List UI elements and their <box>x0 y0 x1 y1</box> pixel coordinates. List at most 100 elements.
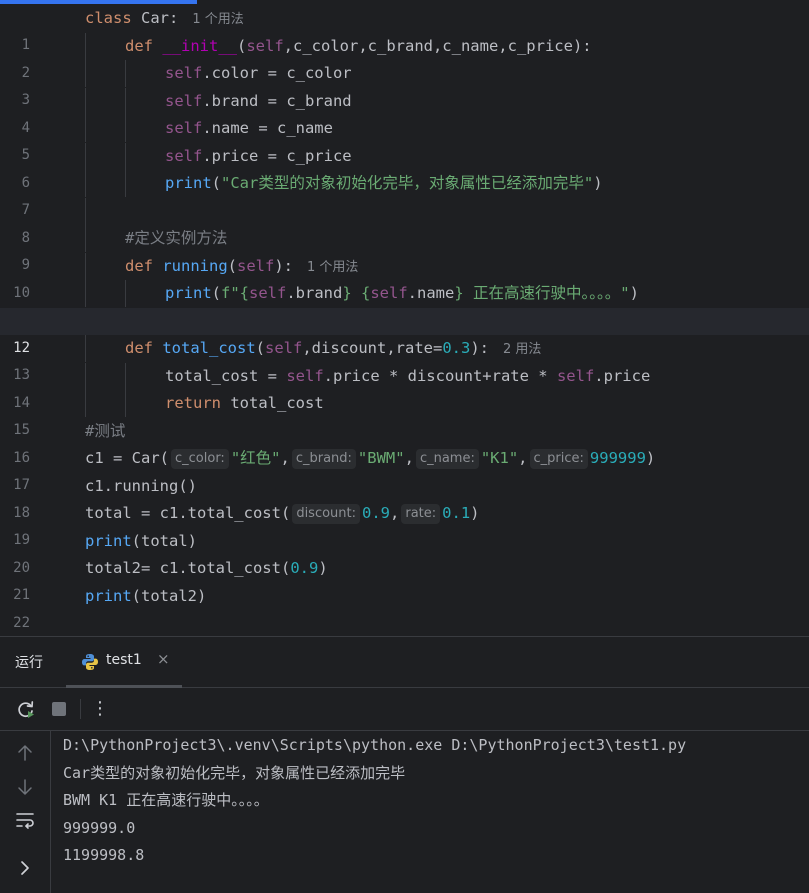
code-line[interactable]: 11 print(f"{self.brand} {self.name} 正在高速… <box>0 280 809 328</box>
self-keyword: self <box>246 36 284 55</box>
code-text: .name <box>407 284 455 302</box>
code-line[interactable]: 10 def running(self): 1 个用法 <box>0 252 809 301</box>
parameter-hint: c_price: <box>529 449 588 469</box>
expand-icon[interactable] <box>13 856 37 880</box>
string-literal: } 正在高速行驶中。。。。" <box>454 284 630 302</box>
indent-guide <box>85 115 86 142</box>
scroll-down-icon[interactable] <box>13 775 37 799</box>
code-line[interactable]: 17 c1 = Car(c_color: "红色", c_brand: "BWM", c… <box>0 445 809 493</box>
code-line[interactable]: 20 print(total) <box>0 528 809 576</box>
code-line[interactable]: 5 self.name = c_name <box>0 115 809 163</box>
indent-guide <box>125 362 126 390</box>
code-line[interactable]: 22 print(total2) <box>0 583 809 631</box>
paren: ( <box>255 339 266 357</box>
keyword: def <box>125 339 153 357</box>
comma: , <box>518 449 528 467</box>
code-text: .brand <box>286 284 343 302</box>
soft-wrap-icon[interactable] <box>13 808 37 832</box>
number-literal: 0.1 <box>442 504 471 522</box>
code-text: .name = c_name <box>202 119 333 137</box>
paren: ( <box>211 284 222 302</box>
code-line[interactable]: 1 class Car: 1 个用法 <box>0 5 809 53</box>
indent-guide <box>85 170 86 197</box>
code-text: .color = c_color <box>202 64 352 82</box>
paren: ) <box>593 174 603 192</box>
code-line[interactable]: 16 #测试 <box>0 418 809 466</box>
run-toolbar: ⋮ <box>0 688 809 731</box>
keyword: return <box>165 394 221 412</box>
self-keyword: self <box>165 146 203 165</box>
indent-guide <box>85 225 86 252</box>
params: ,discount,rate= <box>302 339 443 357</box>
indent-guide <box>85 280 86 307</box>
stop-icon[interactable] <box>47 697 71 721</box>
string-literal: "红色" <box>230 449 281 467</box>
code-text: .brand = c_brand <box>202 91 352 110</box>
code-line[interactable]: 13 def total_cost(self,discount,rate=0.3… <box>0 335 809 383</box>
code-line[interactable]: 7 print("Car类型的对象初始化完毕，对象属性已经添加完毕") <box>0 170 809 218</box>
rerun-icon[interactable] <box>14 697 38 721</box>
self-keyword: self <box>556 366 595 385</box>
function-name: running <box>162 256 228 275</box>
paren: ( <box>227 256 238 275</box>
string-literal: } { <box>342 284 371 302</box>
paren: ( <box>237 36 247 55</box>
paren: ( <box>211 174 222 192</box>
indent-guide <box>125 87 126 115</box>
code-line[interactable]: 6 self.price = c_price <box>0 142 809 191</box>
usage-hint[interactable]: 2 用法 <box>503 342 541 357</box>
current-code-line[interactable]: 12 <box>0 307 809 356</box>
function-name: total_cost <box>162 339 256 357</box>
tab-test1[interactable]: test1 × <box>66 637 182 688</box>
paren: ) <box>470 504 480 522</box>
parameter-hint: rate: <box>401 504 441 524</box>
parameter-hint: c_color: <box>171 449 229 469</box>
comma: , <box>280 449 290 467</box>
more-icon[interactable]: ⋮ <box>88 694 112 719</box>
code-line[interactable]: 18 c1.running() <box>0 473 809 521</box>
code-text: .price = c_price <box>202 146 352 165</box>
indent-guide <box>85 197 86 225</box>
self-keyword: self <box>165 119 203 137</box>
code-line[interactable]: 4 self.brand = c_brand <box>0 87 809 136</box>
code-line[interactable]: 19 total = c1.total_cost(discount: 0.9, ra… <box>0 500 809 548</box>
usage-hint[interactable]: 1 个用法 <box>307 260 358 275</box>
usage-hint[interactable]: 1 个用法 <box>192 12 243 27</box>
console-output[interactable]: D:\PythonProject3\.venv\Scripts\python.e… <box>63 732 686 870</box>
indent-guide <box>125 115 126 142</box>
indent-guide <box>85 252 86 280</box>
params: ,c_color,c_brand,c_name,c_price): <box>283 36 592 55</box>
python-file-icon <box>82 654 98 670</box>
indent-guide <box>125 60 126 87</box>
comment: #测试 <box>85 421 126 440</box>
code-line[interactable]: 2 def __init__(self,c_color,c_brand,c_na… <box>0 32 809 81</box>
string-literal: f"{ <box>221 284 250 302</box>
code-line[interactable]: 9 #定义实例方法 <box>0 225 809 273</box>
paren: ) <box>318 559 328 577</box>
code-text: c1.running() <box>85 476 197 495</box>
code-line[interactable]: 14 total_cost = self.price * discount+ra… <box>0 362 809 411</box>
string-literal: "K1" <box>480 449 519 467</box>
code-line[interactable]: 8 <box>0 197 809 246</box>
code-line[interactable]: 23 <box>0 610 809 636</box>
toolbar-separator <box>80 699 81 719</box>
code-line[interactable]: 21 total2= c1.total_cost(0.9) <box>0 555 809 603</box>
indent-guide <box>85 60 86 87</box>
code-editor[interactable]: 1 class Car: 1 个用法 2 def __init__(self,c_… <box>0 0 809 636</box>
builtin-function: print <box>165 174 212 192</box>
code-text: total = c1.total_cost( <box>85 504 291 522</box>
comma: , <box>404 449 414 467</box>
console-line: 999999.0 <box>63 818 136 837</box>
parameter-hint: c_brand: <box>291 449 356 469</box>
code-text: (total) <box>131 531 197 550</box>
self-keyword: self <box>249 284 287 302</box>
builtin-function: print <box>165 284 212 302</box>
magic-method: __init__ <box>162 36 237 55</box>
close-icon[interactable]: × <box>157 650 170 668</box>
code-line[interactable]: 3 self.color = c_color <box>0 60 809 108</box>
code-line[interactable]: 15 return total_cost <box>0 390 809 438</box>
paren: ): <box>470 339 489 357</box>
scroll-up-icon[interactable] <box>13 741 37 765</box>
run-tab-bar: 运行 test1 × <box>0 637 809 688</box>
